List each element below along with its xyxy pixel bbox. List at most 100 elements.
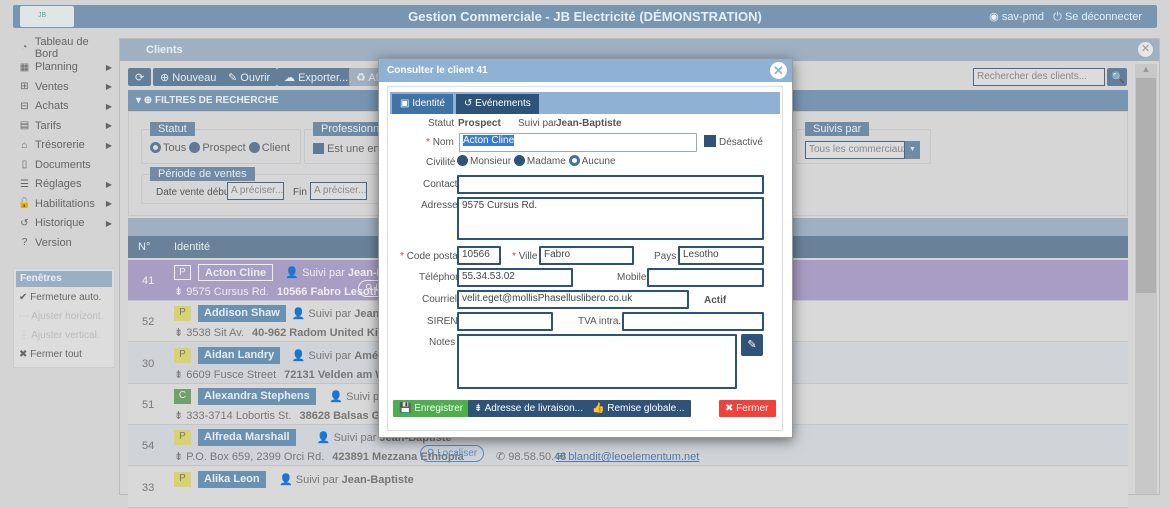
client-name[interactable]: Addison Shaw [198, 305, 286, 323]
power-icon: ⏻ [1053, 11, 1062, 23]
caret-right-icon: ▶ [105, 199, 112, 209]
row-number: 52 [142, 316, 155, 329]
col-identite[interactable]: Identité [174, 241, 210, 253]
close-all-item[interactable]: ✖ Fermer tout [14, 346, 114, 365]
row-number: 33 [142, 481, 155, 494]
client-name[interactable]: Alexandra Stephens [198, 387, 316, 405]
row-number: 41 [142, 275, 155, 287]
nom-input[interactable]: Acton Cline [459, 133, 697, 152]
save-button[interactable]: 💾 Enregistrer [393, 400, 470, 417]
statut-filter: Statut Tous Prospect Client [141, 122, 301, 164]
logout-link[interactable]: Se déconnecter [1065, 11, 1142, 23]
adresse-textarea[interactable]: 9575 Cursus Rd. [457, 197, 764, 240]
sidebar-item[interactable]: ▯ Documents [18, 155, 114, 175]
window-close-icon[interactable]: ✕ [1138, 42, 1153, 57]
pays-input[interactable]: Lesotho [678, 246, 764, 265]
caret-right-icon: ▶ [105, 179, 112, 189]
sidebar-item-label: Réglages [35, 178, 82, 191]
caret-right-icon: ▶ [105, 101, 112, 111]
type-badge: P [174, 430, 191, 446]
caret-right-icon: ▶ [105, 82, 112, 92]
client-name[interactable]: Alika Leon [198, 470, 266, 488]
sidebar-item-label: Historique [35, 217, 85, 230]
radio-monsieur[interactable]: Monsieur [457, 155, 511, 167]
contact-input[interactable] [457, 175, 764, 194]
new-button[interactable]: ⊕ Nouveau [153, 68, 224, 86]
radio-tous[interactable]: Tous [150, 142, 186, 154]
sidebar-item-label: Ventes [35, 80, 69, 93]
export-button[interactable]: ☁ Exporter... [277, 68, 356, 86]
sidebar-item[interactable]: ? Version [18, 233, 114, 253]
sidebar-item[interactable]: ◔ Tableau de Bord [18, 36, 114, 60]
scrollbar[interactable]: ▲ [1135, 64, 1157, 494]
tile-horizontal-item: ⋯ Ajuster horizont. [19, 311, 104, 322]
date-end-input[interactable]: A préciser... [310, 182, 367, 200]
radio-prospect[interactable]: Prospect [189, 142, 246, 154]
tva-input[interactable] [622, 312, 764, 331]
date-start-input[interactable]: A préciser... [227, 182, 284, 200]
ville-input[interactable]: Fabro [539, 246, 634, 265]
suivi-value: Jean-Baptiste [556, 118, 622, 129]
suivis-select[interactable]: Tous les commerciaux [805, 141, 905, 159]
client-name[interactable]: Acton Cline [198, 264, 274, 281]
client-name[interactable]: Aidan Landry [198, 346, 281, 364]
sidebar-item[interactable]: ▤ Tarifs ▶ [18, 116, 114, 136]
notes-textarea[interactable] [457, 334, 737, 389]
sidebar-item[interactable]: ▦ Planning ▶ [18, 58, 114, 78]
suivi-info: 👤 Suivi par Amélie [291, 349, 391, 362]
client-name[interactable]: Alfreda Marshall [198, 429, 296, 447]
caret-right-icon: ▶ [105, 121, 112, 131]
sidebar-item[interactable]: 🔓 Habilitations ▶ [18, 194, 114, 214]
code-postal-input[interactable]: 10566 [457, 246, 501, 265]
statut-value: Prospect [458, 118, 501, 129]
row-number: 54 [142, 440, 155, 453]
sidebar-item[interactable]: ⊟ Achats ▶ [18, 97, 114, 117]
delivery-address-button[interactable]: ⇟ Adresse de livraison... [468, 400, 589, 417]
windows-menu-title: Fenêtres [16, 271, 112, 287]
email-link[interactable]: ✉ blandit@leoelementum.net [556, 450, 699, 463]
sidebar-item-label: Trésorerie [35, 139, 85, 152]
tile-vertical-item: ⋮ Ajuster vertical. [19, 330, 100, 341]
col-num[interactable]: N° [138, 241, 150, 253]
table-row[interactable]: 33 P Alika Leon 👤 Suivi par Jean-Baptist… [128, 466, 1128, 508]
modal-close-icon[interactable]: ✕ [770, 62, 787, 79]
windows-menu: Fenêtres ✔ Fermeture auto. ⋯ Ajuster hor… [13, 268, 115, 368]
radio-madame[interactable]: Madame [513, 155, 566, 167]
global-discount-button[interactable]: 👍 Remise globale... [586, 400, 691, 417]
username[interactable]: sav-pmd [1002, 11, 1044, 23]
signpost-icon: ⇟ [174, 409, 184, 422]
sidebar-item[interactable]: ⌂ Trésorerie ▶ [18, 136, 114, 156]
type-badge: P [174, 347, 191, 363]
sidebar-item[interactable]: ⊞ Ventes ▶ [18, 77, 114, 97]
mobile-input[interactable] [647, 268, 764, 287]
clients-title: Clients [146, 44, 183, 56]
edit-notes-icon[interactable]: ✎ [741, 334, 763, 356]
sidebar-item-label: Tarifs [35, 119, 62, 132]
caret-right-icon: ▶ [105, 218, 112, 228]
user-icon: 👤 [285, 267, 299, 279]
modal-tabs: ▣ Identité ↺ Evénements [390, 92, 780, 114]
siren-input[interactable] [457, 312, 553, 331]
open-button[interactable]: ✎ Ouvrir [221, 68, 278, 86]
auto-close-item[interactable]: ✔ Fermeture auto. [14, 289, 114, 308]
radio-client[interactable]: Client [248, 142, 290, 154]
telephone-input[interactable]: 55.34.53.02 [457, 268, 573, 287]
history-icon: ↺ [20, 217, 29, 229]
close-button[interactable]: ✖ Fermer [719, 400, 776, 417]
radio-aucune[interactable]: Aucune [568, 155, 616, 167]
unlock-icon: 🔓 [18, 198, 31, 210]
tab-identite[interactable]: ▣ Identité [392, 94, 454, 114]
type-badge: P [174, 265, 191, 280]
sidebar-item[interactable]: ☰ Réglages ▶ [18, 175, 114, 195]
desactive-checkbox[interactable] [704, 135, 716, 147]
courriel-input[interactable]: velit.eget@mollisPhaselluslibero.co.uk [457, 290, 689, 309]
localiser-button[interactable]: ⚲ Localiser [420, 445, 485, 463]
chevron-down-icon[interactable]: ▼ [905, 141, 920, 159]
sidebar-item[interactable]: ↺ Historique ▶ [18, 214, 114, 234]
client-search-input[interactable]: Rechercher des clients... [973, 68, 1105, 86]
client-address: ⇟ 9575 Cursus Rd. 10566 Fabro Lesotho [174, 286, 387, 298]
refresh-button[interactable]: ⟳ [128, 68, 152, 86]
tab-evenements[interactable]: ↺ Evénements [456, 94, 539, 114]
user-icon: 👤 [316, 432, 331, 445]
search-button[interactable]: 🔍 [1107, 68, 1127, 86]
